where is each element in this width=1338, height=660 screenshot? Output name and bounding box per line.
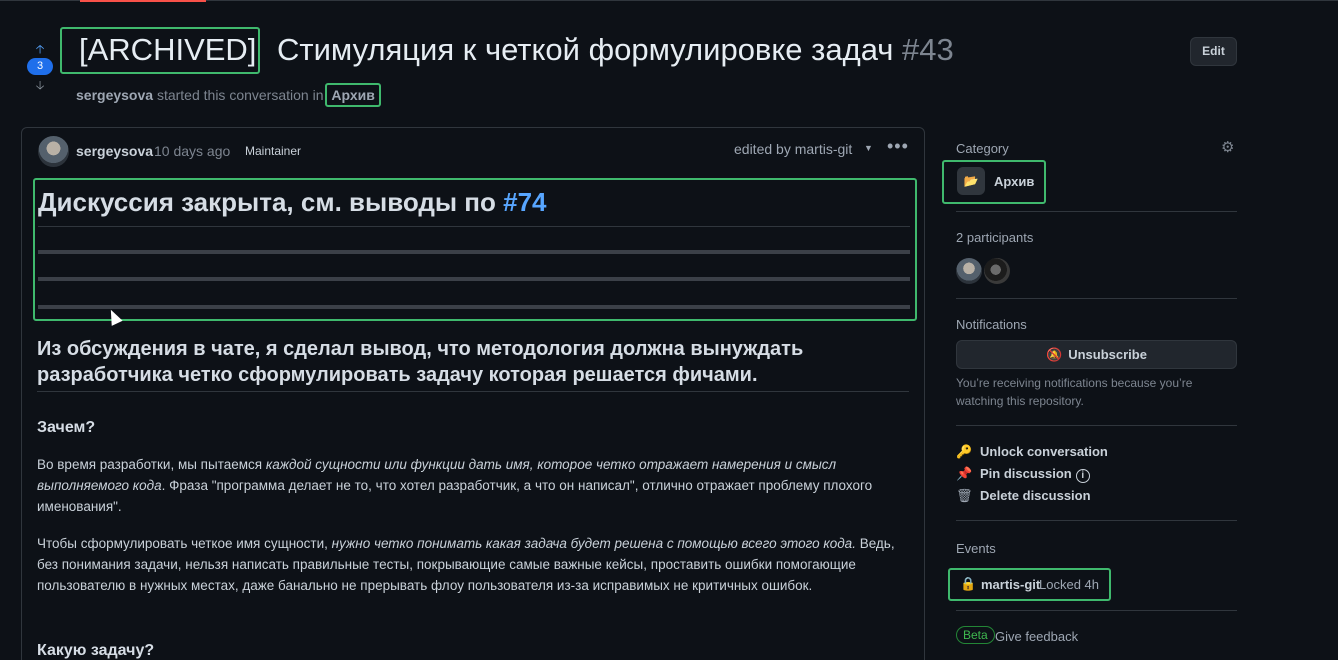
divider [38, 305, 910, 309]
event-user[interactable]: martis-git [981, 577, 1040, 592]
paragraph-1: Во время разработки, мы пытаемся каждой … [37, 454, 917, 517]
gear-icon[interactable]: ⚙ [1221, 138, 1234, 156]
discussion-post: sergeysova 10 days ago Maintainer edited… [21, 127, 925, 660]
trash-icon: 🗑 [956, 488, 973, 503]
p1-text: Во время разработки, мы пытаемся [37, 457, 266, 472]
vote-widget: 🡡 3 🡣 [26, 42, 54, 92]
divider [37, 391, 909, 392]
post-subheading: Из обсуждения в чате, я сделал вывод, чт… [37, 338, 804, 386]
active-tab-indicator [80, 0, 206, 2]
delete-discussion-button[interactable]: 🗑 Delete discussion [956, 488, 1091, 504]
section-heading-what: Какую задачу? [37, 642, 155, 659]
give-feedback-link[interactable]: Give feedback [995, 629, 1078, 644]
unsubscribe-label: Unsubscribe [1068, 347, 1147, 362]
pin-label: Pin discussion [980, 466, 1072, 481]
divider [956, 610, 1237, 611]
p1-text-end: . Фраза "программа делает не то, что хот… [37, 478, 873, 514]
heading-block: Дискуссия закрыта, см. выводы по #74 [33, 178, 917, 321]
title-text: Стимуляция к четкой формулировке задач [268, 32, 903, 67]
notifications-label: Notifications [956, 317, 1027, 332]
delete-label: Delete discussion [980, 488, 1091, 503]
started-text: started this conversation in [153, 87, 328, 103]
p2-text: Чтобы сформулировать четкое имя сущности… [37, 536, 332, 551]
avatar[interactable] [38, 136, 69, 167]
edit-button[interactable]: Edit [1190, 37, 1237, 66]
divider [956, 211, 1237, 212]
events-label: Events [956, 541, 996, 556]
notification-note: You’re receiving notifications because y… [956, 376, 1193, 408]
avatar[interactable] [984, 258, 1010, 284]
avatar[interactable] [956, 258, 982, 284]
paragraph-2: Чтобы сформулировать четкое имя сущности… [37, 533, 917, 596]
divider [956, 520, 1237, 521]
info-icon[interactable]: i [1075, 469, 1090, 483]
category-label: Category [956, 141, 1009, 156]
starter-link[interactable]: sergeysova [76, 87, 153, 103]
unlock-conversation-button[interactable]: 🔑 Unlock conversation [956, 444, 1108, 460]
pin-discussion-button[interactable]: 📌 Pin discussion i [956, 466, 1090, 483]
edited-by[interactable]: edited by martis-git [734, 141, 852, 157]
lock-icon: 🔒 [960, 576, 977, 591]
beta-badge: Beta [956, 626, 995, 644]
p2-italic: нужно четко понимать какая задача будет … [331, 536, 856, 551]
upvote-arrow-icon[interactable]: 🡡 [26, 42, 54, 56]
category-item[interactable]: 📂 Архив [942, 160, 1046, 204]
divider [956, 425, 1237, 426]
post-heading: Дискуссия закрыта, см. выводы по #74 [38, 187, 547, 218]
event-text: Locked 4h [1039, 577, 1099, 592]
folder-icon: 📂 [957, 167, 985, 195]
role-badge: Maintainer [245, 144, 302, 158]
divider [38, 226, 910, 227]
conversation-meta: sergeysova started this conversation in … [76, 83, 381, 107]
event-item: 🔒 martis-git Locked 4h [948, 568, 1111, 601]
archived-tag: [ARCHIVED] [60, 27, 261, 74]
key-icon: 🔑 [956, 444, 973, 459]
downvote-arrow-icon[interactable]: 🡣 [26, 78, 54, 92]
category-link[interactable]: Архив [325, 83, 381, 107]
divider [956, 298, 1237, 299]
chevron-down-icon[interactable]: ▼ [864, 143, 873, 153]
post-header: sergeysova 10 days ago Maintainer edited… [38, 136, 908, 168]
vote-count: 3 [27, 58, 53, 75]
divider [38, 250, 910, 254]
bell-slash-icon: 🔕 [1046, 347, 1063, 362]
pin-icon: 📌 [956, 466, 973, 481]
unlock-label: Unlock conversation [980, 444, 1108, 459]
page-title: [ARCHIVED] Стимуляция к четкой формулиро… [60, 27, 954, 74]
issue-link[interactable]: #74 [503, 187, 546, 217]
post-heading-text: Дискуссия закрыта, см. выводы по [38, 187, 504, 217]
unsubscribe-button[interactable]: 🔕 Unsubscribe [956, 340, 1237, 369]
participants-label: 2 participants [956, 230, 1034, 245]
discussion-number: #43 [902, 32, 954, 67]
kebab-menu-icon[interactable]: ••• [887, 136, 909, 157]
category-value: Архив [994, 174, 1035, 189]
post-timestamp[interactable]: 10 days ago [154, 143, 230, 159]
divider [38, 277, 910, 281]
post-author[interactable]: sergeysova [76, 143, 153, 159]
section-heading-why: Зачем? [37, 419, 96, 436]
